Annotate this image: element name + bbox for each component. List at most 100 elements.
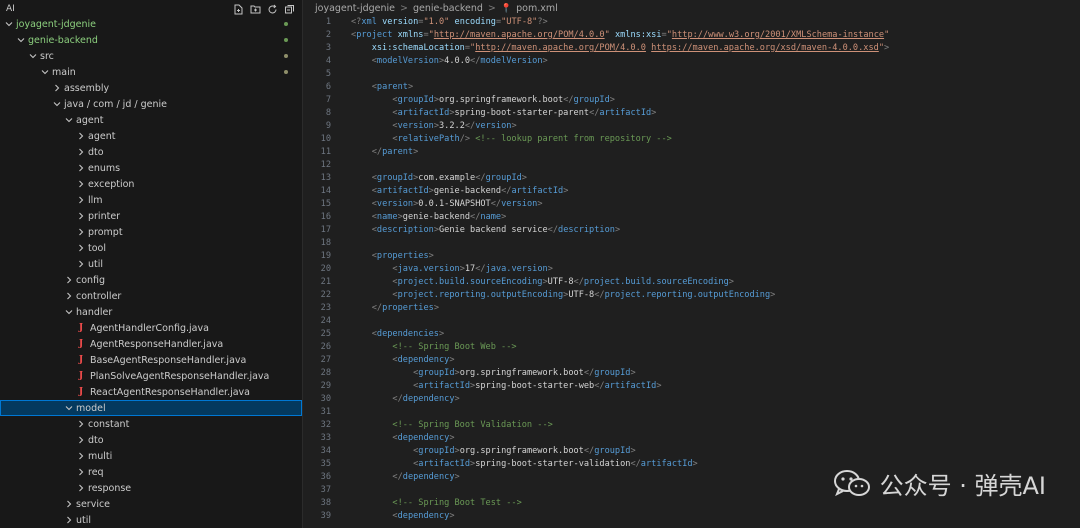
tree-folder-item[interactable]: printer <box>0 208 302 224</box>
chevron-right-icon[interactable] <box>76 196 86 204</box>
chevron-right-icon[interactable] <box>76 212 86 220</box>
tree-file-item[interactable]: J BaseAgentResponseHandler.java <box>0 352 302 368</box>
code-line[interactable]: <dependency> <box>351 511 454 521</box>
chevron-down-icon[interactable] <box>40 68 50 76</box>
code-line[interactable]: <version>3.2.2</version> <box>351 121 516 131</box>
breadcrumb-item-file[interactable]: pom.xml <box>516 3 558 14</box>
tree-folder-item[interactable]: joyagent-jdgenie <box>0 16 302 32</box>
chevron-right-icon[interactable] <box>76 132 86 140</box>
code-line[interactable]: <groupId>com.example</groupId> <box>351 173 527 183</box>
code-line[interactable]: <project.reporting.outputEncoding>UTF-8<… <box>351 290 775 300</box>
code-line[interactable]: <properties> <box>351 251 434 261</box>
code-line[interactable]: <project.build.sourceEncoding>UTF-8</pro… <box>351 277 734 287</box>
code-line[interactable]: <dependencies> <box>351 329 444 339</box>
chevron-down-icon[interactable] <box>16 36 26 44</box>
code-line[interactable]: </dependency> <box>351 394 459 404</box>
tree-file-item[interactable]: J AgentHandlerConfig.java <box>0 320 302 336</box>
tree-folder-item[interactable]: exception <box>0 176 302 192</box>
code-line[interactable]: <artifactId>spring-boot-starter-web</art… <box>351 381 661 391</box>
code-editor[interactable]: joyagent-jdgenie > genie-backend > 📍 pom… <box>303 0 1080 528</box>
code-line[interactable]: <artifactId>spring-boot-starter-validati… <box>351 459 698 469</box>
tree-folder-item[interactable]: response <box>0 480 302 496</box>
code-line[interactable]: <project xmlns="http://maven.apache.org/… <box>351 30 889 40</box>
chevron-right-icon[interactable] <box>76 484 86 492</box>
tree-folder-item[interactable]: controller <box>0 288 302 304</box>
tree-file-item[interactable]: J AgentResponseHandler.java <box>0 336 302 352</box>
code-line[interactable]: </dependency> <box>351 472 459 482</box>
tree-folder-item[interactable]: req <box>0 464 302 480</box>
code-line[interactable]: <version>0.0.1-SNAPSHOT</version> <box>351 199 543 209</box>
code-line[interactable]: <description>Genie backend service</desc… <box>351 225 620 235</box>
tree-folder-item[interactable]: dto <box>0 144 302 160</box>
chevron-right-icon[interactable] <box>76 260 86 268</box>
code-line[interactable]: <java.version>17</java.version> <box>351 264 552 274</box>
code-line[interactable]: </properties> <box>351 303 439 313</box>
chevron-right-icon[interactable] <box>64 276 74 284</box>
new-file-icon[interactable] <box>232 3 245 16</box>
tree-folder-item[interactable]: config <box>0 272 302 288</box>
chevron-right-icon[interactable] <box>64 500 74 508</box>
tree-folder-item[interactable]: agent <box>0 112 302 128</box>
code-line[interactable]: <dependency> <box>351 433 454 443</box>
code-line[interactable]: <artifactId>spring-boot-starter-parent</… <box>351 108 656 118</box>
chevron-right-icon[interactable] <box>76 164 86 172</box>
tree-folder-item[interactable]: assembly <box>0 80 302 96</box>
code-line[interactable]: <relativePath/> <!-- lookup parent from … <box>351 134 671 144</box>
code-line[interactable]: <parent> <box>351 82 413 92</box>
new-folder-icon[interactable] <box>249 3 262 16</box>
tree-folder-item[interactable]: service <box>0 496 302 512</box>
code-line[interactable]: <?xml version="1.0" encoding="UTF-8"?> <box>351 17 548 27</box>
refresh-icon[interactable] <box>266 3 279 16</box>
tree-folder-item[interactable]: genie-backend <box>0 32 302 48</box>
code-line[interactable]: <!-- Spring Boot Test --> <box>351 498 521 508</box>
tree-file-item[interactable]: J ReactAgentResponseHandler.java <box>0 384 302 400</box>
chevron-right-icon[interactable] <box>52 84 62 92</box>
code-line[interactable]: </parent> <box>351 147 419 157</box>
tree-folder-item[interactable]: util <box>0 256 302 272</box>
chevron-down-icon[interactable] <box>28 52 38 60</box>
chevron-down-icon[interactable] <box>64 116 74 124</box>
tree-folder-item[interactable]: main <box>0 64 302 80</box>
chevron-down-icon[interactable] <box>64 308 74 316</box>
chevron-right-icon[interactable] <box>76 228 86 236</box>
code-line[interactable]: <modelVersion>4.0.0</modelVersion> <box>351 56 548 66</box>
chevron-down-icon[interactable] <box>4 20 14 28</box>
chevron-right-icon[interactable] <box>64 292 74 300</box>
tree-folder-item[interactable]: agent <box>0 128 302 144</box>
tree-folder-item[interactable]: enums <box>0 160 302 176</box>
tree-folder-item[interactable]: tool <box>0 240 302 256</box>
collapse-all-icon[interactable] <box>283 3 296 16</box>
breadcrumb-item-backend[interactable]: genie-backend <box>413 3 483 14</box>
code-line[interactable]: <groupId>org.springframework.boot</group… <box>351 95 615 105</box>
code-line[interactable]: <artifactId>genie-backend</artifactId> <box>351 186 569 196</box>
tree-folder-item[interactable]: llm <box>0 192 302 208</box>
code-line[interactable]: <groupId>org.springframework.boot</group… <box>351 368 636 378</box>
chevron-right-icon[interactable] <box>76 420 86 428</box>
code-line[interactable]: xsi:schemaLocation="http://maven.apache.… <box>351 43 889 53</box>
chevron-right-icon[interactable] <box>76 452 86 460</box>
breadcrumb-item-root[interactable]: joyagent-jdgenie <box>315 3 395 14</box>
tree-folder-item[interactable]: multi <box>0 448 302 464</box>
tree-folder-item[interactable]: prompt <box>0 224 302 240</box>
code-line[interactable]: <!-- Spring Boot Validation --> <box>351 420 552 430</box>
chevron-right-icon[interactable] <box>76 244 86 252</box>
tree-folder-item[interactable]: dto <box>0 432 302 448</box>
code-line[interactable]: <!-- Spring Boot Web --> <box>351 342 516 352</box>
chevron-down-icon[interactable] <box>64 404 74 412</box>
code-line[interactable]: <dependency> <box>351 355 454 365</box>
tree-folder-item[interactable]: java / com / jd / genie <box>0 96 302 112</box>
chevron-right-icon[interactable] <box>76 180 86 188</box>
chevron-right-icon[interactable] <box>76 468 86 476</box>
chevron-down-icon[interactable] <box>52 100 62 108</box>
tree-folder-item[interactable]: handler <box>0 304 302 320</box>
chevron-right-icon[interactable] <box>76 436 86 444</box>
code-line[interactable]: <groupId>org.springframework.boot</group… <box>351 446 636 456</box>
code-line[interactable]: <name>genie-backend</name> <box>351 212 507 222</box>
tree-file-item[interactable]: J PlanSolveAgentResponseHandler.java <box>0 368 302 384</box>
tree-folder-item[interactable]: model <box>0 400 302 416</box>
tree-folder-item[interactable]: constant <box>0 416 302 432</box>
chevron-right-icon[interactable] <box>76 148 86 156</box>
tree-folder-item[interactable]: util <box>0 512 302 528</box>
tree-folder-item[interactable]: src <box>0 48 302 64</box>
chevron-right-icon[interactable] <box>64 516 74 524</box>
